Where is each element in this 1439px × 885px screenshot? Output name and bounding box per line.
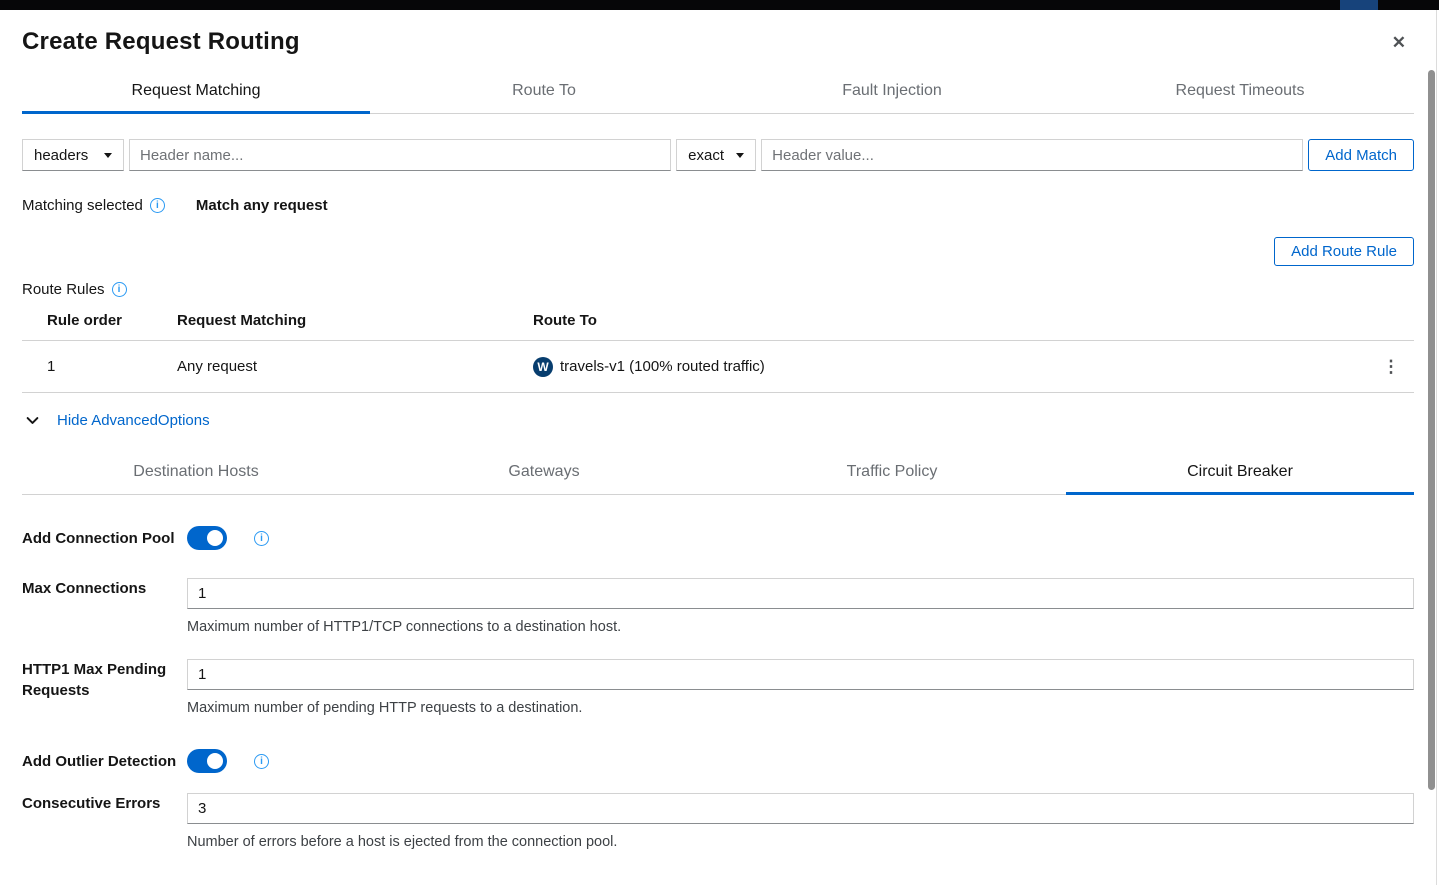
add-outlier-detection-label: Add Outlier Detection — [22, 751, 187, 772]
caret-down-icon — [104, 153, 112, 158]
kebab-menu-icon[interactable]: ⋮ — [1383, 358, 1400, 375]
info-icon[interactable]: i — [254, 531, 269, 546]
max-connections-helper: Maximum number of HTTP1/TCP connections … — [187, 619, 1414, 635]
route-rules-table: Rule order Request Matching Route To 1 A… — [22, 306, 1414, 393]
masthead-nav-accent — [1340, 0, 1378, 10]
chevron-down-icon[interactable] — [26, 414, 39, 427]
match-category-select[interactable]: headers — [22, 139, 124, 171]
column-header-route-to: Route To — [533, 312, 1368, 329]
hide-advanced-options-link[interactable]: Hide AdvancedOptions — [57, 412, 210, 429]
tab-circuit-breaker[interactable]: Circuit Breaker — [1066, 455, 1414, 495]
http1-max-pending-requests-helper: Maximum number of pending HTTP requests … — [187, 700, 1414, 716]
close-icon[interactable]: ✕ — [1392, 34, 1406, 51]
max-connections-label: Max Connections — [22, 578, 187, 635]
add-match-button[interactable]: Add Match — [1308, 139, 1414, 171]
info-icon[interactable]: i — [112, 282, 127, 297]
info-icon[interactable]: i — [150, 198, 165, 213]
table-row: 1 Any request W travels-v1 (100% routed … — [22, 341, 1414, 393]
page-title: Create Request Routing — [22, 28, 300, 56]
advanced-tabs: Destination Hosts Gateways Traffic Polic… — [22, 455, 1414, 495]
masthead-bar — [0, 0, 1439, 10]
tab-destination-hosts[interactable]: Destination Hosts — [22, 455, 370, 495]
match-operator-select[interactable]: exact — [676, 139, 756, 171]
consecutive-errors-label: Consecutive Errors — [22, 793, 187, 850]
http1-max-pending-requests-input[interactable] — [187, 659, 1414, 690]
tab-traffic-policy[interactable]: Traffic Policy — [718, 455, 1066, 495]
request-matching-cell: Any request — [177, 358, 533, 375]
header-name-input[interactable] — [129, 139, 671, 171]
header-value-input[interactable] — [761, 139, 1303, 171]
match-operator-value: exact — [688, 147, 724, 164]
rule-order-cell: 1 — [22, 358, 177, 375]
route-rules-section-label: Route Rules — [22, 281, 105, 298]
column-header-request-matching: Request Matching — [177, 312, 533, 329]
max-connections-input[interactable] — [187, 578, 1414, 609]
vertical-scrollbar[interactable] — [1428, 70, 1435, 790]
add-connection-pool-toggle[interactable] — [187, 526, 227, 550]
consecutive-errors-input[interactable] — [187, 793, 1414, 824]
tab-request-timeouts[interactable]: Request Timeouts — [1066, 74, 1414, 114]
http1-max-pending-requests-label: HTTP1 Max Pending Requests — [22, 659, 187, 716]
table-header-row: Rule order Request Matching Route To — [22, 306, 1414, 341]
matching-selected-value: Match any request — [196, 197, 328, 214]
add-route-rule-button[interactable]: Add Route Rule — [1274, 237, 1414, 266]
tab-route-to[interactable]: Route To — [370, 74, 718, 114]
create-request-routing-modal: Create Request Routing ✕ Request Matchin… — [0, 10, 1424, 885]
column-header-rule-order: Rule order — [22, 312, 177, 329]
matching-selected-label: Matching selected — [22, 197, 143, 214]
add-outlier-detection-toggle[interactable] — [187, 749, 227, 773]
tab-gateways[interactable]: Gateways — [370, 455, 718, 495]
tab-fault-injection[interactable]: Fault Injection — [718, 74, 1066, 114]
caret-down-icon — [736, 153, 744, 158]
match-category-value: headers — [34, 147, 88, 164]
consecutive-errors-helper: Number of errors before a host is ejecte… — [187, 834, 1414, 850]
window-edge — [1436, 10, 1437, 885]
info-icon[interactable]: i — [254, 754, 269, 769]
route-to-cell: W travels-v1 (100% routed traffic) — [533, 357, 1368, 377]
tab-request-matching[interactable]: Request Matching — [22, 74, 370, 114]
workload-badge-icon: W — [533, 357, 553, 377]
route-to-text: travels-v1 (100% routed traffic) — [560, 358, 765, 375]
add-connection-pool-label: Add Connection Pool — [22, 528, 187, 549]
wizard-tabs: Request Matching Route To Fault Injectio… — [22, 74, 1414, 114]
